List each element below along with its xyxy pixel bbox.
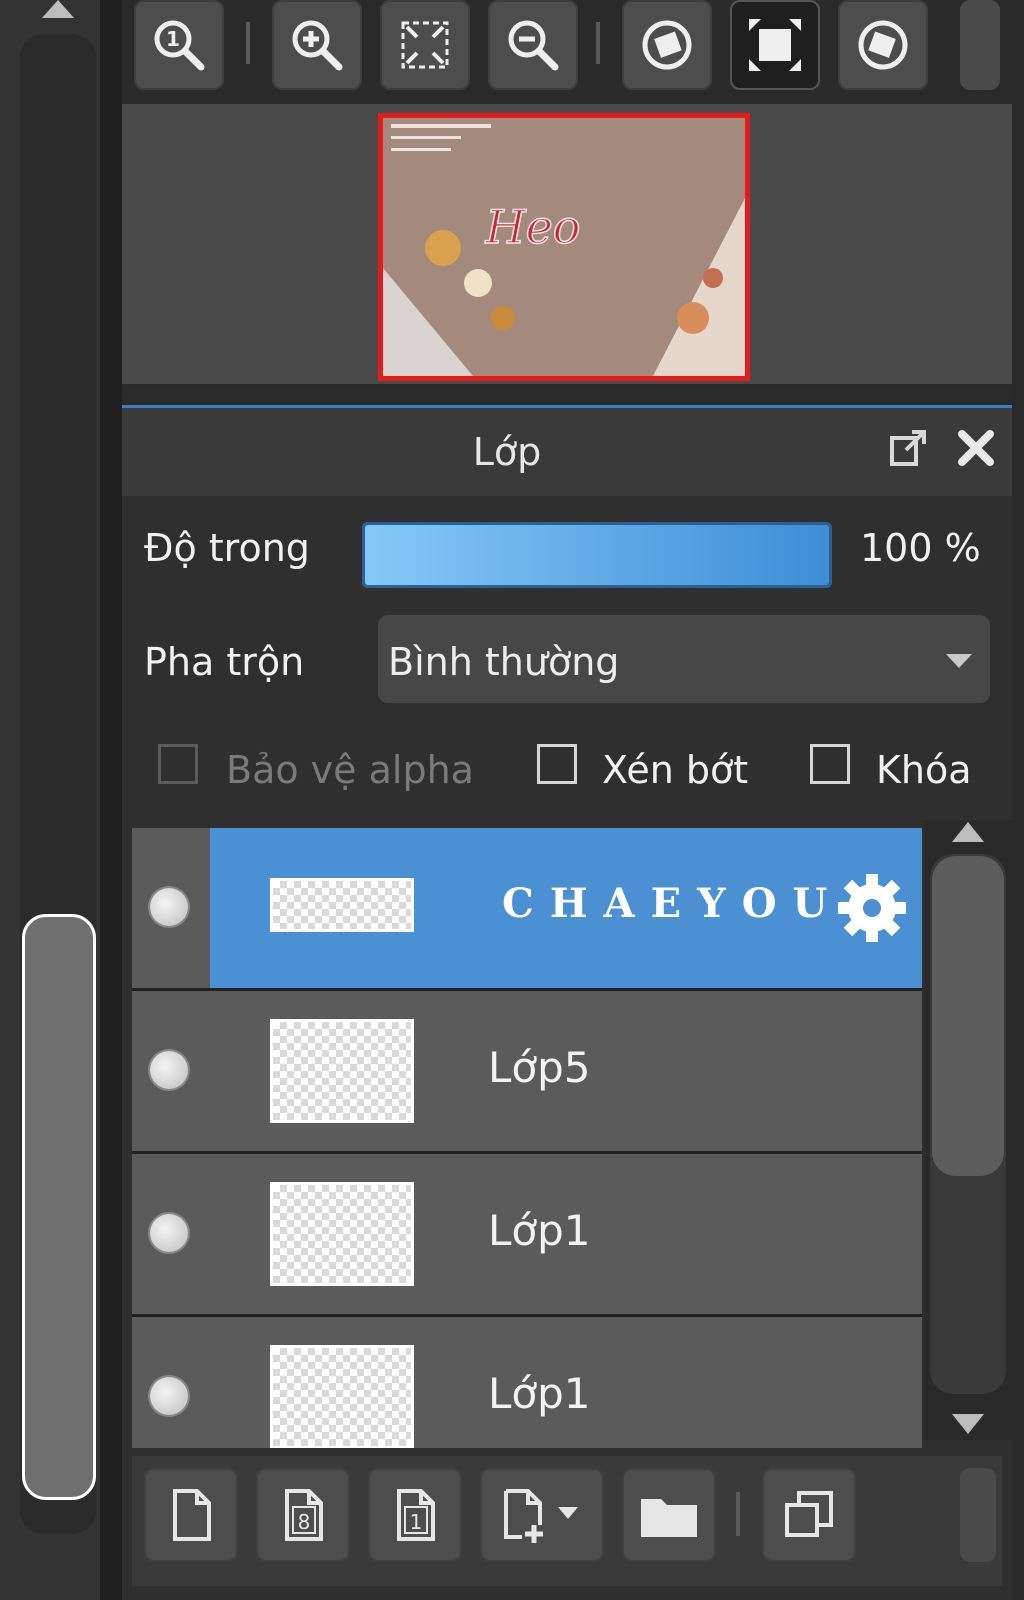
folder-icon [641, 1499, 697, 1537]
canvas-thumbnail: Heo [383, 118, 745, 376]
clipping-checkbox[interactable] [537, 744, 577, 784]
layer-row[interactable]: Lớp5 [132, 991, 922, 1154]
preview-canvas-text: Heo [484, 200, 580, 254]
8bit-glyph: 8 [298, 1510, 311, 1534]
duplicate-layer-button[interactable] [762, 1468, 856, 1562]
scrollbar-thumb[interactable] [22, 914, 96, 1500]
protect-alpha-checkbox[interactable] [158, 744, 198, 784]
chevron-down-icon[interactable] [946, 654, 972, 668]
visibility-toggle-icon[interactable] [150, 888, 188, 926]
add-layer-menu-button[interactable] [480, 1468, 604, 1562]
blend-mode-value: Bình thường [388, 640, 620, 684]
opacity-slider[interactable] [362, 522, 832, 588]
fit-window-icon [401, 21, 449, 69]
duplicate-icon [785, 1491, 833, 1537]
zoom-in-button[interactable] [272, 0, 362, 90]
visibility-toggle-icon[interactable] [150, 1377, 188, 1415]
zoom-out-icon [508, 20, 559, 71]
layer-thumbnail [270, 878, 414, 932]
new-page-icon [173, 1489, 211, 1541]
layer-thumbnail [270, 1019, 414, 1123]
visibility-toggle-icon[interactable] [150, 1214, 188, 1252]
opacity-value: 100 % [860, 526, 981, 570]
new-1bit-layer-button[interactable]: 1 [368, 1468, 462, 1562]
layer-row[interactable]: Lớp1 [132, 1154, 922, 1317]
protect-alpha-label: Bảo vệ alpha [226, 748, 474, 792]
1bit-glyph: 1 [410, 1510, 423, 1534]
scroll-down-arrow-icon[interactable] [952, 1414, 984, 1434]
layer-name: Lớp1 [488, 1369, 591, 1418]
new-folder-button[interactable] [622, 1468, 716, 1562]
rotate-left-button[interactable] [622, 0, 712, 90]
toolbar-separator [596, 22, 600, 64]
navigator-toolbar: 1 [122, 0, 1024, 100]
layer-list: CHAEYOU Lớp5 Lớp1 Lớp1 [132, 828, 922, 1448]
new-layer-button[interactable] [144, 1468, 238, 1562]
fit-window-button[interactable] [380, 0, 470, 90]
layer-name: CHAEYOU [502, 880, 844, 927]
close-icon[interactable] [956, 428, 996, 468]
rotate-right-icon [858, 20, 908, 70]
zoom-100-icon: 1 [154, 20, 205, 71]
navigator-scroll-stub[interactable] [960, 0, 1000, 90]
8bit-layer-icon: 8 [285, 1489, 323, 1541]
layer-panel-title: Lớp [472, 430, 542, 474]
blend-mode-label: Pha trộn [144, 640, 305, 684]
scroll-up-arrow-icon[interactable] [952, 822, 984, 842]
popout-icon[interactable] [888, 428, 928, 468]
gear-icon [838, 874, 906, 942]
layer-name: Lớp5 [488, 1043, 591, 1092]
toolbar-separator [736, 1492, 740, 1536]
1bit-layer-icon: 1 [397, 1489, 435, 1541]
layer-thumbnail [270, 1345, 414, 1448]
zoom-in-icon [292, 20, 343, 71]
actual-size-button[interactable]: 1 [134, 0, 224, 90]
zoom-out-button[interactable] [488, 0, 578, 90]
rotate-left-icon [642, 20, 692, 70]
add-layer-dropdown-icon [504, 1489, 578, 1543]
layer-row-selected[interactable]: CHAEYOU [132, 828, 922, 991]
navigator-bottom-strip [122, 386, 1012, 404]
preview-viewport-frame[interactable]: Heo [378, 113, 750, 381]
scrollbar-thumb[interactable] [932, 856, 1004, 1176]
panel-divider [100, 0, 122, 1600]
layer-list-scrollbar[interactable] [924, 820, 1012, 1440]
rotate-right-button[interactable] [838, 0, 928, 90]
lock-checkbox[interactable] [810, 744, 850, 784]
layer-thumbnail [270, 1182, 414, 1286]
toolbar-scroll-stub[interactable] [960, 1468, 996, 1562]
opacity-label: Độ trong [144, 526, 310, 570]
new-8bit-layer-button[interactable]: 8 [256, 1468, 350, 1562]
clipping-label: Xén bớt [602, 748, 749, 792]
outer-scrollbar[interactable] [0, 0, 110, 1600]
toolbar-separator [246, 22, 250, 64]
scroll-up-arrow-icon[interactable] [42, 0, 74, 18]
visibility-toggle-icon[interactable] [150, 1051, 188, 1089]
layer-row[interactable]: Lớp1 [132, 1317, 922, 1448]
lock-label: Khóa [876, 748, 972, 792]
layer-name: Lớp1 [488, 1206, 591, 1255]
svg-text:1: 1 [166, 27, 180, 51]
fullscreen-button[interactable] [730, 0, 820, 90]
fullscreen-icon [749, 19, 801, 71]
